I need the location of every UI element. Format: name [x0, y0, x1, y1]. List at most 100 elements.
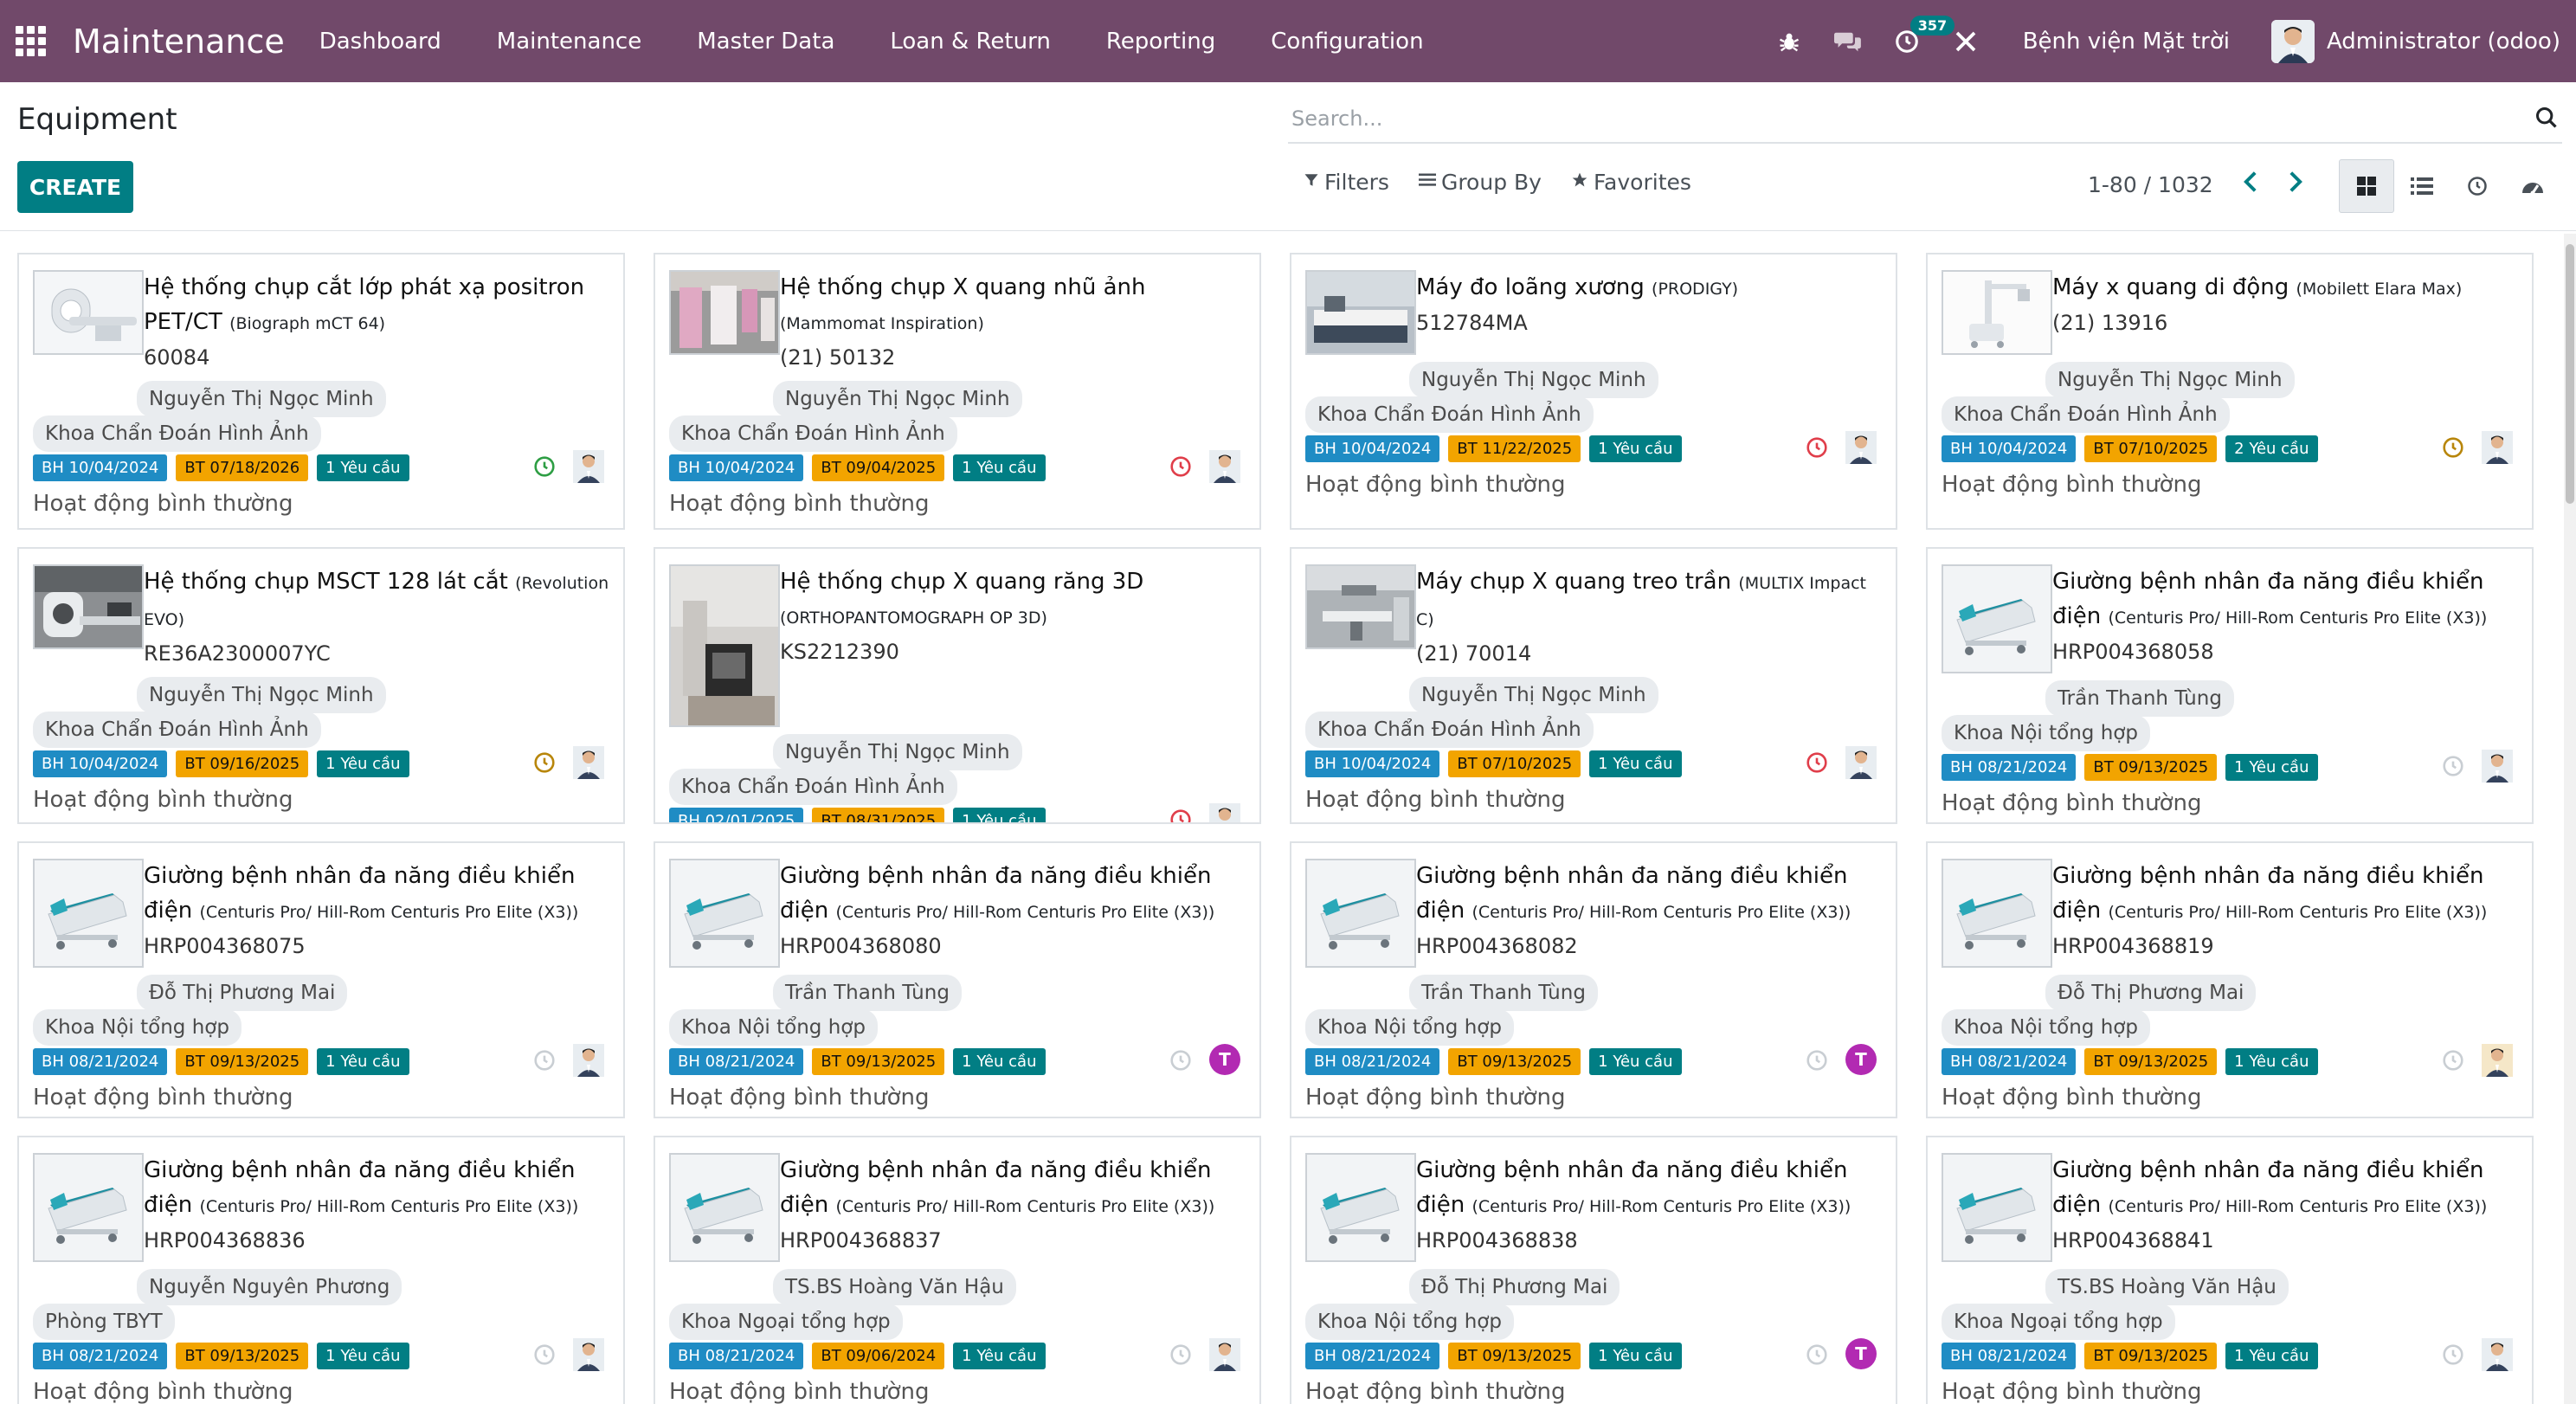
assignee[interactable]: T — [1845, 1338, 1877, 1371]
assignee-avatar[interactable] — [1209, 803, 1240, 822]
create-button[interactable]: CREATE — [17, 161, 133, 213]
assignee[interactable] — [573, 746, 604, 779]
request-count-badge[interactable]: 1 Yêu cầu — [2225, 753, 2318, 781]
equipment-card[interactable]: Giường bệnh nhân đa năng điều khiển điện… — [1926, 1136, 2534, 1404]
equipment-card[interactable]: Hệ thống chụp cắt lớp phát xạ positron P… — [17, 253, 625, 530]
assignee[interactable] — [1845, 431, 1877, 464]
menu-dashboard[interactable]: Dashboard — [319, 29, 441, 55]
filters-toggle[interactable]: Filters — [1304, 170, 1389, 195]
assignee-avatar[interactable] — [573, 450, 604, 486]
app-brand[interactable]: Maintenance — [73, 23, 285, 61]
activity-clock-icon[interactable] — [2442, 755, 2464, 781]
equipment-card[interactable]: Giường bệnh nhân đa năng điều khiển điện… — [17, 841, 625, 1118]
menu-loan-return[interactable]: Loan & Return — [890, 29, 1050, 55]
activity-clock-icon[interactable] — [2442, 1343, 2464, 1369]
assignee[interactable] — [1209, 1338, 1240, 1371]
request-count-badge[interactable]: 1 Yêu cầu — [2225, 1047, 2318, 1075]
list-view-icon[interactable] — [2394, 159, 2450, 213]
request-count-badge[interactable]: 1 Yêu cầu — [953, 1047, 1046, 1075]
equipment-card[interactable]: Hệ thống chụp X quang răng 3D (ORTHOPANT… — [654, 547, 1261, 824]
search-input[interactable] — [1288, 97, 2517, 140]
request-count-badge[interactable]: 1 Yêu cầu — [953, 454, 1046, 481]
activity-clock-icon[interactable] — [1169, 1343, 1192, 1369]
equipment-card[interactable]: Máy chụp X quang treo trần (MULTIX Impac… — [1290, 547, 1897, 824]
groupby-toggle[interactable]: Group By — [1418, 170, 1542, 195]
messaging-icon[interactable] — [1832, 26, 1864, 57]
activity-clock-icon[interactable] — [533, 1049, 556, 1075]
request-count-badge[interactable]: 1 Yêu cầu — [317, 1047, 409, 1075]
assignee-avatar[interactable] — [573, 1338, 604, 1375]
request-count-badge[interactable]: 1 Yêu cầu — [317, 454, 409, 481]
menu-master-data[interactable]: Master Data — [697, 29, 834, 55]
debug-bug-icon[interactable] — [1774, 26, 1805, 57]
assignee[interactable] — [1209, 450, 1240, 483]
assignee-avatar[interactable] — [1209, 1338, 1240, 1375]
assignee-avatar[interactable] — [1209, 450, 1240, 486]
request-count-badge[interactable]: 1 Yêu cầu — [317, 1342, 409, 1369]
assignee[interactable]: T — [1845, 1044, 1877, 1077]
equipment-card[interactable]: Máy x quang di động (Mobilett Elara Max)… — [1926, 253, 2534, 530]
request-count-badge[interactable]: 1 Yêu cầu — [317, 750, 409, 777]
equipment-card[interactable]: Giường bệnh nhân đa năng điều khiển điện… — [1926, 547, 2534, 824]
assignee-avatar[interactable]: T — [1845, 1338, 1877, 1369]
company-switcher[interactable]: Bệnh viện Mặt trời — [2023, 29, 2230, 55]
user-avatar[interactable] — [2270, 19, 2315, 63]
assignee[interactable] — [2482, 1044, 2513, 1077]
equipment-card[interactable]: Giường bệnh nhân đa năng điều khiển điện… — [17, 1136, 625, 1404]
assignee-avatar[interactable] — [1845, 746, 1877, 783]
activity-clock-icon[interactable] — [533, 455, 556, 481]
assignee[interactable] — [573, 450, 604, 483]
activity-clock-icon[interactable] — [1806, 1049, 1828, 1075]
assignee-avatar[interactable] — [573, 746, 604, 783]
assignee[interactable] — [2482, 1338, 2513, 1371]
assignee-avatar[interactable] — [1845, 431, 1877, 467]
activity-clock-icon[interactable] — [1806, 751, 1828, 777]
request-count-badge[interactable]: 1 Yêu cầu — [1589, 750, 1682, 777]
kanban-view-icon[interactable] — [2339, 159, 2394, 213]
request-count-badge[interactable]: 1 Yêu cầu — [953, 1342, 1046, 1369]
request-count-badge[interactable]: 1 Yêu cầu — [1589, 435, 1682, 462]
assignee-avatar[interactable] — [2482, 431, 2513, 467]
activity-clock-icon[interactable] — [533, 751, 556, 777]
assignee[interactable] — [2482, 431, 2513, 464]
activity-clock-icon[interactable] — [1169, 455, 1192, 481]
menu-configuration[interactable]: Configuration — [1271, 29, 1423, 55]
activity-clock-icon[interactable] — [533, 1343, 556, 1369]
equipment-card[interactable]: Máy đo loãng xương (PRODIGY) 512784MA Nguy… — [1290, 253, 1897, 530]
equipment-card[interactable]: Giường bệnh nhân đa năng điều khiển điện… — [1290, 841, 1897, 1118]
assignee-avatar[interactable]: T — [1209, 1044, 1240, 1075]
request-count-badge[interactable]: 1 Yêu cầu — [1589, 1342, 1682, 1369]
activity-clock-icon[interactable] — [1169, 1049, 1192, 1075]
equipment-card[interactable]: Giường bệnh nhân đa năng điều khiển điện… — [1926, 841, 2534, 1118]
activity-clock-icon[interactable] — [1806, 1343, 1828, 1369]
equipment-card[interactable]: Hệ thống chụp X quang nhũ ảnh (Mammomat … — [654, 253, 1261, 530]
request-count-badge[interactable]: 1 Yêu cầu — [1589, 1047, 1682, 1075]
assignee-avatar[interactable]: T — [1845, 1044, 1877, 1075]
assignee-avatar[interactable] — [2482, 1338, 2513, 1375]
request-count-badge[interactable]: 1 Yêu cầu — [2225, 1342, 2318, 1369]
request-count-badge[interactable]: 2 Yêu cầu — [2225, 435, 2318, 462]
favorites-toggle[interactable]: Favorites — [1571, 170, 1691, 195]
activity-clock-icon[interactable] — [2442, 1049, 2464, 1075]
pager-next-icon[interactable] — [2288, 170, 2303, 200]
activity-clock-icon[interactable] — [2442, 436, 2464, 462]
assignee[interactable]: T — [1209, 1044, 1240, 1077]
pager-value[interactable]: 1-80 / 1032 — [2088, 172, 2213, 197]
assignee[interactable] — [573, 1044, 604, 1077]
user-menu[interactable]: Administrator (odoo) — [2327, 29, 2560, 55]
activity-clock-icon[interactable]: 357 — [1891, 15, 1955, 57]
request-count-badge[interactable]: 1 Yêu cầu — [953, 807, 1046, 822]
equipment-card[interactable]: Giường bệnh nhân đa năng điều khiển điện… — [1290, 1136, 1897, 1404]
menu-reporting[interactable]: Reporting — [1106, 29, 1215, 55]
apps-menu-icon[interactable] — [16, 26, 47, 57]
equipment-card[interactable]: Hệ thống chụp MSCT 128 lát cắt (Revoluti… — [17, 547, 625, 824]
activity-clock-icon[interactable] — [1806, 436, 1828, 462]
assignee-avatar[interactable] — [573, 1044, 604, 1080]
assignee-avatar[interactable] — [2482, 1044, 2513, 1080]
vertical-scrollbar[interactable] — [2564, 234, 2576, 1404]
menu-maintenance[interactable]: Maintenance — [497, 29, 641, 55]
assignee[interactable] — [573, 1338, 604, 1371]
equipment-card[interactable]: Giường bệnh nhân đa năng điều khiển điện… — [654, 841, 1261, 1118]
tools-icon[interactable] — [1950, 26, 1981, 57]
activity-view-icon[interactable] — [2450, 159, 2505, 213]
